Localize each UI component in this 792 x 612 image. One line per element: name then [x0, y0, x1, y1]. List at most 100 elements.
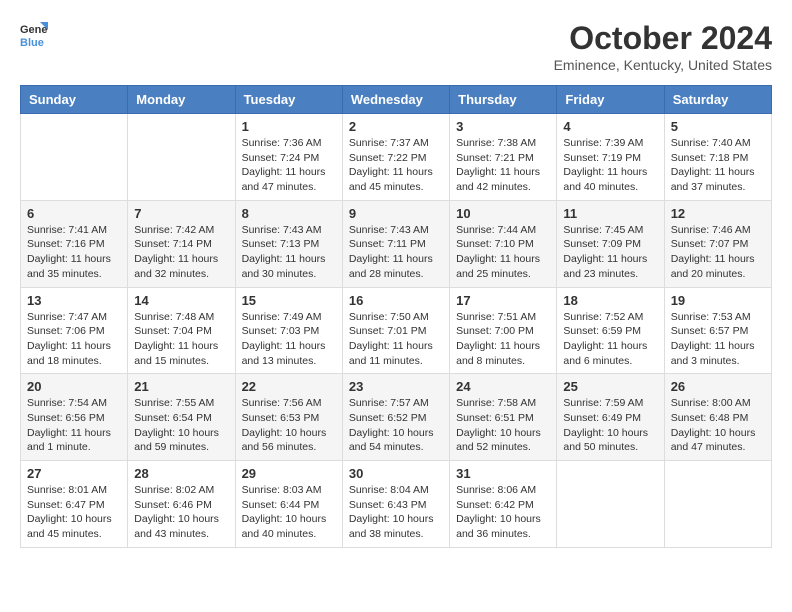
day-number: 17	[456, 293, 550, 308]
header: General Blue October 2024 Eminence, Kent…	[20, 20, 772, 73]
month-year-title: October 2024	[554, 20, 772, 57]
day-info: Sunrise: 7:57 AM Sunset: 6:52 PM Dayligh…	[349, 396, 443, 455]
weekday-header-cell: Tuesday	[235, 86, 342, 114]
weekday-header-cell: Friday	[557, 86, 664, 114]
day-number: 29	[242, 466, 336, 481]
day-info: Sunrise: 7:48 AM Sunset: 7:04 PM Dayligh…	[134, 310, 228, 369]
day-info: Sunrise: 7:37 AM Sunset: 7:22 PM Dayligh…	[349, 136, 443, 195]
calendar-day-cell: 26 Sunrise: 8:00 AM Sunset: 6:48 PM Dayli…	[664, 374, 771, 461]
day-number: 22	[242, 379, 336, 394]
day-info: Sunrise: 8:02 AM Sunset: 6:46 PM Dayligh…	[134, 483, 228, 542]
day-number: 1	[242, 119, 336, 134]
calendar-week-row: 1 Sunrise: 7:36 AM Sunset: 7:24 PM Daylig…	[21, 114, 772, 201]
calendar-week-row: 6 Sunrise: 7:41 AM Sunset: 7:16 PM Daylig…	[21, 200, 772, 287]
day-info: Sunrise: 7:40 AM Sunset: 7:18 PM Dayligh…	[671, 136, 765, 195]
day-number: 14	[134, 293, 228, 308]
calendar-day-cell	[664, 461, 771, 548]
day-number: 6	[27, 206, 121, 221]
day-number: 20	[27, 379, 121, 394]
day-number: 8	[242, 206, 336, 221]
day-number: 26	[671, 379, 765, 394]
weekday-header-cell: Saturday	[664, 86, 771, 114]
day-number: 10	[456, 206, 550, 221]
weekday-header-cell: Monday	[128, 86, 235, 114]
weekday-header-cell: Sunday	[21, 86, 128, 114]
logo-icon: General Blue	[20, 20, 48, 48]
day-info: Sunrise: 7:51 AM Sunset: 7:00 PM Dayligh…	[456, 310, 550, 369]
calendar-day-cell: 27Sunrise: 8:01 AM Sunset: 6:47 PM Dayli…	[21, 461, 128, 548]
calendar-day-cell: 8 Sunrise: 7:43 AM Sunset: 7:13 PM Daylig…	[235, 200, 342, 287]
calendar-day-cell: 2 Sunrise: 7:37 AM Sunset: 7:22 PM Daylig…	[342, 114, 449, 201]
day-number: 3	[456, 119, 550, 134]
day-info: Sunrise: 7:42 AM Sunset: 7:14 PM Dayligh…	[134, 223, 228, 282]
day-number: 11	[563, 206, 657, 221]
calendar-day-cell: 24Sunrise: 7:58 AM Sunset: 6:51 PM Dayli…	[450, 374, 557, 461]
day-number: 15	[242, 293, 336, 308]
logo: General Blue	[20, 20, 48, 48]
day-number: 19	[671, 293, 765, 308]
day-info: Sunrise: 7:41 AM Sunset: 7:16 PM Dayligh…	[27, 223, 121, 282]
day-info: Sunrise: 7:38 AM Sunset: 7:21 PM Dayligh…	[456, 136, 550, 195]
day-number: 9	[349, 206, 443, 221]
day-number: 7	[134, 206, 228, 221]
calendar-day-cell	[557, 461, 664, 548]
calendar-day-cell: 12 Sunrise: 7:46 AM Sunset: 7:07 PM Dayli…	[664, 200, 771, 287]
day-info: Sunrise: 7:43 AM Sunset: 7:13 PM Dayligh…	[242, 223, 336, 282]
calendar-day-cell: 6 Sunrise: 7:41 AM Sunset: 7:16 PM Daylig…	[21, 200, 128, 287]
calendar-day-cell: 29Sunrise: 8:03 AM Sunset: 6:44 PM Dayli…	[235, 461, 342, 548]
weekday-header-row: SundayMondayTuesdayWednesdayThursdayFrid…	[21, 86, 772, 114]
weekday-header-cell: Thursday	[450, 86, 557, 114]
calendar-day-cell	[21, 114, 128, 201]
day-info: Sunrise: 8:04 AM Sunset: 6:43 PM Dayligh…	[349, 483, 443, 542]
calendar-day-cell: 23 Sunrise: 7:57 AM Sunset: 6:52 PM Dayli…	[342, 374, 449, 461]
weekday-header-cell: Wednesday	[342, 86, 449, 114]
day-info: Sunrise: 7:49 AM Sunset: 7:03 PM Dayligh…	[242, 310, 336, 369]
day-number: 12	[671, 206, 765, 221]
calendar-day-cell: 3 Sunrise: 7:38 AM Sunset: 7:21 PM Daylig…	[450, 114, 557, 201]
calendar-day-cell: 31Sunrise: 8:06 AM Sunset: 6:42 PM Dayli…	[450, 461, 557, 548]
title-section: October 2024 Eminence, Kentucky, United …	[554, 20, 772, 73]
day-number: 21	[134, 379, 228, 394]
calendar-week-row: 13Sunrise: 7:47 AM Sunset: 7:06 PM Dayli…	[21, 287, 772, 374]
day-info: Sunrise: 7:59 AM Sunset: 6:49 PM Dayligh…	[563, 396, 657, 455]
calendar-day-cell: 22 Sunrise: 7:56 AM Sunset: 6:53 PM Dayli…	[235, 374, 342, 461]
calendar-day-cell: 1 Sunrise: 7:36 AM Sunset: 7:24 PM Daylig…	[235, 114, 342, 201]
day-number: 16	[349, 293, 443, 308]
day-number: 18	[563, 293, 657, 308]
day-info: Sunrise: 8:01 AM Sunset: 6:47 PM Dayligh…	[27, 483, 121, 542]
day-info: Sunrise: 7:46 AM Sunset: 7:07 PM Dayligh…	[671, 223, 765, 282]
day-number: 23	[349, 379, 443, 394]
calendar-day-cell: 21 Sunrise: 7:55 AM Sunset: 6:54 PM Dayli…	[128, 374, 235, 461]
day-info: Sunrise: 7:39 AM Sunset: 7:19 PM Dayligh…	[563, 136, 657, 195]
calendar-day-cell: 10 Sunrise: 7:44 AM Sunset: 7:10 PM Dayli…	[450, 200, 557, 287]
day-info: Sunrise: 8:00 AM Sunset: 6:48 PM Dayligh…	[671, 396, 765, 455]
day-info: Sunrise: 7:54 AM Sunset: 6:56 PM Dayligh…	[27, 396, 121, 455]
calendar-day-cell: 4Sunrise: 7:39 AM Sunset: 7:19 PM Daylig…	[557, 114, 664, 201]
calendar-day-cell: 11 Sunrise: 7:45 AM Sunset: 7:09 PM Dayli…	[557, 200, 664, 287]
calendar-day-cell: 16 Sunrise: 7:50 AM Sunset: 7:01 PM Dayli…	[342, 287, 449, 374]
calendar-day-cell: 19Sunrise: 7:53 AM Sunset: 6:57 PM Dayli…	[664, 287, 771, 374]
day-number: 5	[671, 119, 765, 134]
day-number: 2	[349, 119, 443, 134]
day-info: Sunrise: 7:44 AM Sunset: 7:10 PM Dayligh…	[456, 223, 550, 282]
day-info: Sunrise: 7:55 AM Sunset: 6:54 PM Dayligh…	[134, 396, 228, 455]
day-info: Sunrise: 7:36 AM Sunset: 7:24 PM Dayligh…	[242, 136, 336, 195]
calendar-day-cell: 15 Sunrise: 7:49 AM Sunset: 7:03 PM Dayli…	[235, 287, 342, 374]
calendar-day-cell: 25 Sunrise: 7:59 AM Sunset: 6:49 PM Dayli…	[557, 374, 664, 461]
day-info: Sunrise: 7:45 AM Sunset: 7:09 PM Dayligh…	[563, 223, 657, 282]
calendar-week-row: 27Sunrise: 8:01 AM Sunset: 6:47 PM Dayli…	[21, 461, 772, 548]
calendar-day-cell: 13Sunrise: 7:47 AM Sunset: 7:06 PM Dayli…	[21, 287, 128, 374]
calendar-day-cell: 20 Sunrise: 7:54 AM Sunset: 6:56 PM Dayli…	[21, 374, 128, 461]
day-info: Sunrise: 7:56 AM Sunset: 6:53 PM Dayligh…	[242, 396, 336, 455]
svg-text:Blue: Blue	[20, 37, 44, 48]
day-info: Sunrise: 7:58 AM Sunset: 6:51 PM Dayligh…	[456, 396, 550, 455]
day-info: Sunrise: 8:06 AM Sunset: 6:42 PM Dayligh…	[456, 483, 550, 542]
day-number: 25	[563, 379, 657, 394]
day-number: 30	[349, 466, 443, 481]
day-info: Sunrise: 7:50 AM Sunset: 7:01 PM Dayligh…	[349, 310, 443, 369]
day-info: Sunrise: 7:47 AM Sunset: 7:06 PM Dayligh…	[27, 310, 121, 369]
calendar-day-cell: 17 Sunrise: 7:51 AM Sunset: 7:00 PM Dayli…	[450, 287, 557, 374]
calendar-day-cell: 7 Sunrise: 7:42 AM Sunset: 7:14 PM Daylig…	[128, 200, 235, 287]
calendar-day-cell: 14 Sunrise: 7:48 AM Sunset: 7:04 PM Dayli…	[128, 287, 235, 374]
calendar-table: SundayMondayTuesdayWednesdayThursdayFrid…	[20, 85, 772, 548]
